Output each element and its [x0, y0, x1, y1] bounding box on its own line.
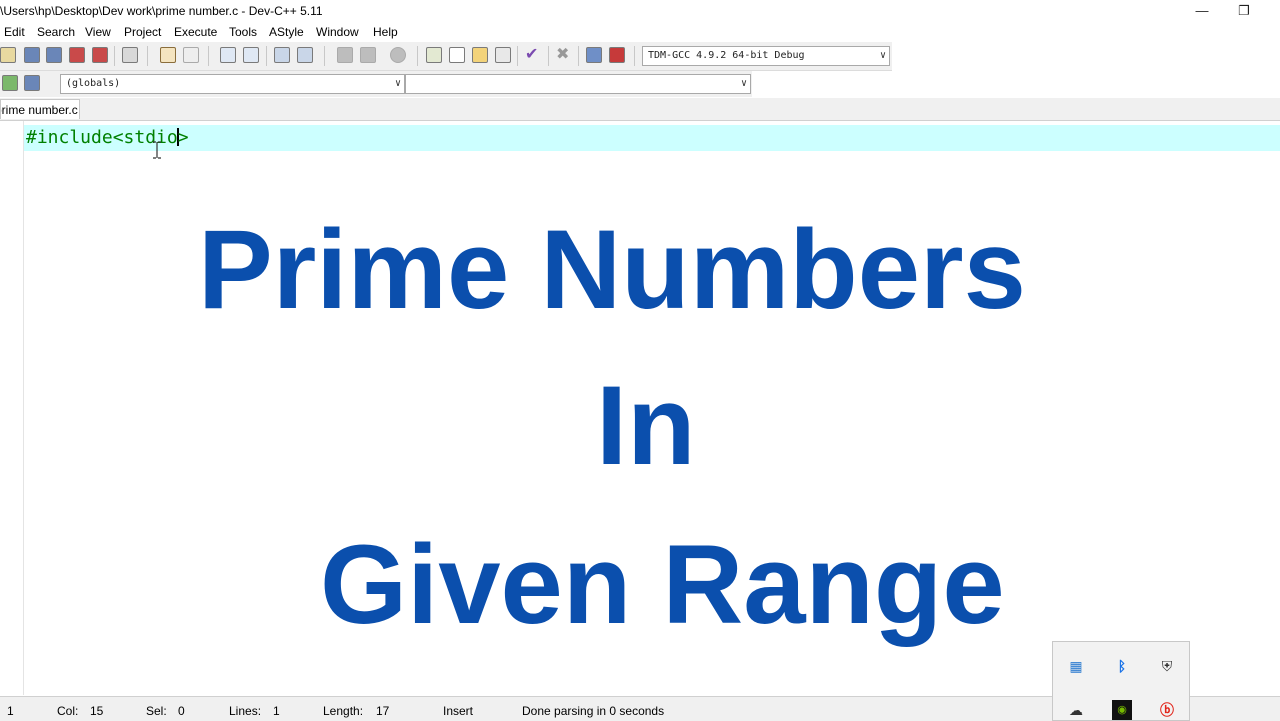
status-lines-value: 1 — [273, 704, 280, 718]
status-insert-mode: Insert — [443, 704, 474, 718]
profile-chart-icon[interactable] — [586, 47, 602, 63]
menu-view[interactable]: View — [85, 25, 111, 39]
chevron-down-icon: ∨ — [879, 50, 886, 61]
ibeam-cursor-icon — [153, 141, 161, 159]
debug-icon[interactable] — [609, 47, 625, 63]
tab-label: prime number.c — [0, 103, 78, 117]
beats-icon[interactable]: ⓑ — [1157, 700, 1177, 720]
status-col-label: Col: — [57, 704, 79, 718]
status-lines-label: Lines: — [229, 704, 262, 718]
open-file-icon[interactable] — [0, 47, 16, 63]
toolbar-separator — [517, 46, 518, 66]
toolbar-separator — [417, 46, 418, 66]
undo-icon[interactable] — [160, 47, 176, 63]
status-length-value: 17 — [376, 704, 390, 718]
status-sel-label: Sel: — [146, 704, 167, 718]
close-file-icon[interactable] — [69, 47, 85, 63]
nvidia-icon[interactable]: ◉ — [1112, 700, 1132, 720]
chevron-down-icon: ∨ — [740, 78, 747, 89]
restore-button[interactable]: ❐ — [1234, 2, 1254, 20]
chevron-down-icon: ∨ — [394, 78, 401, 89]
toggle-icon[interactable] — [24, 75, 40, 91]
status-length-label: Length: — [323, 704, 364, 718]
toolbar-separator — [147, 46, 148, 66]
status-sel-value: 0 — [178, 704, 185, 718]
toolbar-separator — [266, 46, 267, 66]
menu-edit[interactable]: Edit — [4, 25, 25, 39]
window-title: \Users\hp\Desktop\Dev work\prime number.… — [0, 4, 323, 18]
compiler-select-value: TDM-GCC 4.9.2 64-bit Debug — [648, 50, 805, 61]
insert-icon[interactable] — [2, 75, 18, 91]
status-message: Done parsing in 0 seconds — [522, 704, 665, 718]
replace-icon[interactable] — [243, 47, 259, 63]
toolbar-separator — [548, 46, 549, 66]
redo-icon[interactable] — [183, 47, 199, 63]
print-icon[interactable] — [122, 47, 138, 63]
toggle-bookmark-icon[interactable] — [390, 47, 406, 63]
save-all-icon[interactable] — [46, 47, 62, 63]
menu-window[interactable]: Window — [316, 25, 359, 39]
scope-select-value: (globals) — [66, 78, 121, 89]
menu-astyle[interactable]: AStyle — [269, 25, 304, 39]
system-tray-popup: ▦ ᛒ ⛨ ☁ ◉ ⓑ — [1052, 641, 1190, 721]
menu-bar: Edit Search View Project Execute Tools A… — [0, 23, 1280, 41]
rebuild-all-icon[interactable] — [495, 47, 511, 63]
stop-execution-icon[interactable]: ✖ — [556, 47, 572, 63]
member-select[interactable]: ∨ — [405, 74, 751, 94]
code-text-after-caret: > — [177, 127, 189, 148]
menu-project[interactable]: Project — [124, 25, 161, 39]
check-syntax-icon[interactable]: ✔ — [525, 47, 541, 63]
current-line-highlight — [24, 125, 1280, 151]
network-icon[interactable]: ▦ — [1066, 656, 1086, 676]
compile-run-icon[interactable] — [472, 47, 488, 63]
scope-select[interactable]: (globals) ∨ — [60, 74, 405, 94]
status-col-value: 15 — [90, 704, 104, 718]
line-gutter — [0, 121, 24, 695]
menu-help[interactable]: Help — [373, 25, 398, 39]
toolbar-separator — [208, 46, 209, 66]
cloud-off-icon[interactable]: ☁ — [1066, 700, 1086, 720]
find-icon[interactable] — [220, 47, 236, 63]
compiler-select[interactable]: TDM-GCC 4.9.2 64-bit Debug ∨ — [642, 46, 890, 66]
title-bar: \Users\hp\Desktop\Dev work\prime number.… — [0, 0, 1280, 22]
toolbar-separator — [324, 46, 325, 66]
security-shield-icon[interactable]: ⛨ — [1157, 656, 1177, 676]
unindent-icon[interactable] — [360, 47, 376, 63]
overlay-title-line-2: In — [596, 363, 696, 488]
close-all-icon[interactable] — [92, 47, 108, 63]
toolbar-separator — [578, 46, 579, 66]
run-icon[interactable] — [449, 47, 465, 63]
minimize-button[interactable]: — — [1192, 2, 1212, 20]
compile-icon[interactable] — [426, 47, 442, 63]
status-line-number: 1 — [7, 704, 14, 718]
main-toolbar: ✔ ✖ TDM-GCC 4.9.2 64-bit Debug ∨ — [0, 42, 892, 71]
class-toolbar: (globals) ∨ ∨ — [0, 71, 752, 97]
jump-function-icon[interactable] — [297, 47, 313, 63]
bluetooth-icon[interactable]: ᛒ — [1112, 656, 1132, 676]
menu-execute[interactable]: Execute — [174, 25, 217, 39]
code-line-1: #include<stdio> — [26, 125, 189, 151]
toolbar-separator — [634, 46, 635, 66]
tab-prime-number[interactable]: prime number.c — [0, 99, 80, 119]
indent-icon[interactable] — [337, 47, 353, 63]
file-tab-bar: prime number.c — [0, 98, 1280, 121]
overlay-title-line-1: Prime Numbers — [198, 207, 1026, 332]
save-icon[interactable] — [24, 47, 40, 63]
goto-line-icon[interactable] — [274, 47, 290, 63]
menu-search[interactable]: Search — [37, 25, 75, 39]
menu-tools[interactable]: Tools — [229, 25, 257, 39]
overlay-title-line-3: Given Range — [320, 522, 1005, 647]
toolbar-separator — [114, 46, 115, 66]
